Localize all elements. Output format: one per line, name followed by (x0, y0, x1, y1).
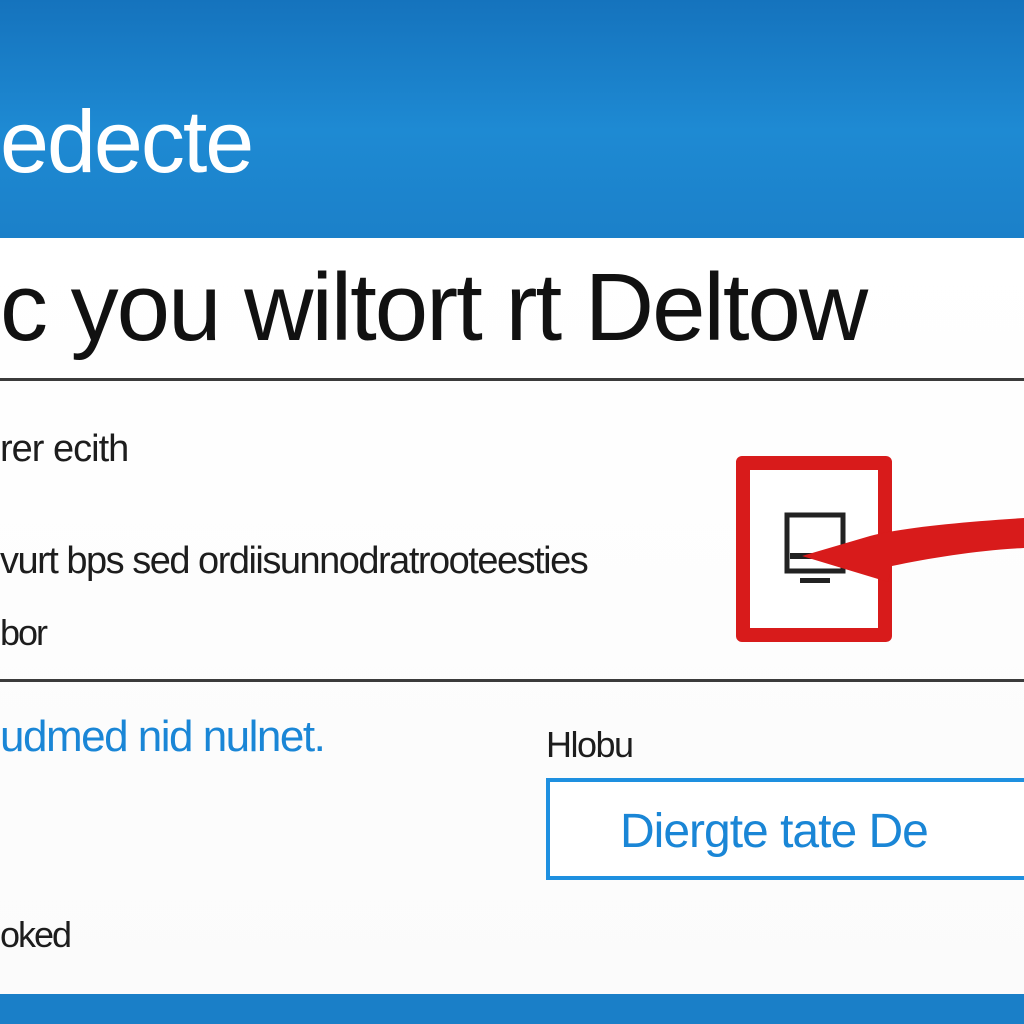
details-link[interactable]: udmed nid nulnet. (0, 712, 326, 762)
red-arrow-pointer (802, 518, 1024, 582)
title-divider (0, 378, 1024, 381)
action-button[interactable]: Diergte tate De (546, 778, 1024, 880)
app-header: edecte (0, 0, 1024, 238)
field-label: Hlobu (546, 724, 634, 765)
app-title: edecte (0, 92, 254, 191)
small-note: bor (0, 612, 48, 653)
dialog-title: c you wiltort rt Deltow (0, 254, 868, 361)
section-divider (0, 679, 1024, 682)
action-button-label: Diergte tate De (620, 805, 929, 858)
description-text: vurt bps sed ordiisunnodratrooteesties (0, 540, 589, 582)
dialog-panel: c you wiltort rt Deltow rer ecith vurt b… (0, 238, 1024, 994)
footer-text: oked (0, 914, 72, 955)
section-label: rer ecith (0, 428, 129, 470)
bottom-bar (0, 994, 1024, 1024)
